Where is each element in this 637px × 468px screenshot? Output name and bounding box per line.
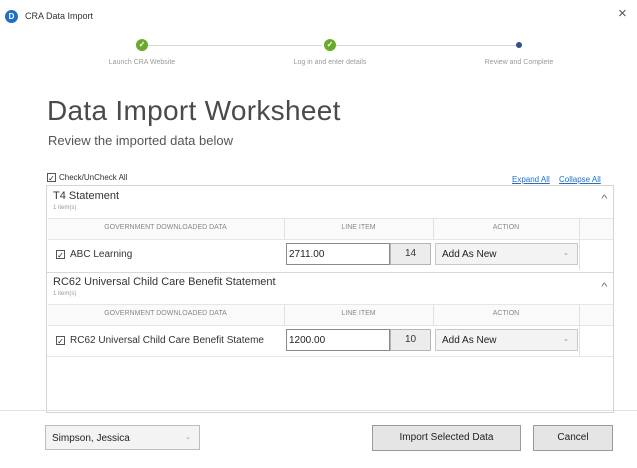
collapse-all-link[interactable]: Collapse All — [559, 175, 601, 184]
column-divider — [579, 239, 580, 270]
user-select-value: Simpson, Jessica — [52, 433, 130, 444]
chevron-down-icon: ⌄ — [185, 434, 191, 441]
column-header-action: ACTION — [492, 224, 520, 231]
step-label-login: Log in and enter details — [293, 59, 367, 66]
step-complete-check-icon: ✓ — [324, 39, 336, 51]
table-row: ✓ RC62 Universal Child Care Benefit Stat… — [48, 325, 613, 356]
step-complete-check-icon: ✓ — [136, 39, 148, 51]
section-title: RC62 Universal Child Care Benefit Statem… — [53, 276, 276, 288]
column-header-line-item: LINE ITEM — [341, 310, 376, 317]
column-header-data: GOVERNMENT DOWNLOADED DATA — [104, 310, 227, 317]
step-current-dot-icon — [516, 42, 522, 48]
amount-input[interactable]: 2711.00 — [286, 243, 390, 265]
import-list: T4 Statement 1 item(s) ^ GOVERNMENT DOWN… — [46, 185, 614, 413]
user-select[interactable]: Simpson, Jessica ⌄ — [45, 425, 200, 450]
column-header-row: GOVERNMENT DOWNLOADED DATA LINE ITEM ACT… — [48, 218, 613, 240]
row-checkbox[interactable]: ✓ — [56, 336, 65, 346]
check-all[interactable]: ✓ Check/UnCheck All — [47, 173, 128, 183]
action-select-value: Add As New — [442, 249, 497, 260]
chevron-down-icon: ⌄ — [563, 250, 569, 257]
close-icon[interactable]: × — [618, 5, 627, 22]
chevron-up-icon[interactable]: ^ — [602, 282, 608, 293]
column-header-data: GOVERNMENT DOWNLOADED DATA — [104, 224, 227, 231]
section-count: 1 item(s) — [53, 291, 77, 297]
check-all-label: Check/UnCheck All — [59, 173, 128, 182]
section-divider — [47, 272, 613, 273]
row-divider — [47, 356, 613, 357]
chevron-up-icon[interactable]: ^ — [602, 194, 608, 205]
line-item-number: 14 — [390, 243, 431, 265]
action-select[interactable]: Add As New ⌄ — [435, 243, 578, 265]
window-title: CRA Data Import — [25, 11, 94, 21]
check-all-checkbox[interactable]: ✓ — [47, 173, 56, 183]
progress-stepper: ✓ Launch CRA Website ✓ Log in and enter … — [0, 30, 637, 76]
column-divider — [579, 305, 580, 325]
app-icon: D — [5, 10, 18, 23]
footer-divider — [0, 410, 637, 411]
line-item-number: 10 — [390, 329, 431, 351]
title-bar: D CRA Data Import × — [0, 0, 637, 30]
column-header-line-item: LINE ITEM — [341, 224, 376, 231]
page-title: Data Import Worksheet — [47, 95, 341, 126]
column-divider — [579, 219, 580, 239]
row-name: RC62 Universal Child Care Benefit Statem… — [70, 335, 264, 346]
step-connector — [330, 45, 516, 46]
column-header-action: ACTION — [492, 310, 520, 317]
table-row: ✓ ABC Learning 2711.00 14 Add As New ⌄ — [48, 239, 613, 270]
step-connector — [142, 45, 322, 46]
step-label-launch: Launch CRA Website — [108, 59, 176, 66]
page-subtitle: Review the imported data below — [48, 133, 233, 148]
action-select[interactable]: Add As New ⌄ — [435, 329, 578, 351]
cancel-button[interactable]: Cancel — [533, 425, 613, 451]
section-title: T4 Statement — [53, 190, 120, 202]
section-count: 1 item(s) — [53, 205, 77, 211]
column-divider — [579, 325, 580, 356]
column-header-row: GOVERNMENT DOWNLOADED DATA LINE ITEM ACT… — [48, 304, 613, 326]
amount-input[interactable]: 1200.00 — [286, 329, 390, 351]
import-selected-data-button[interactable]: Import Selected Data — [372, 425, 521, 451]
chevron-down-icon: ⌄ — [563, 336, 569, 343]
expand-all-link[interactable]: Expand All — [512, 175, 550, 184]
step-label-review: Review and Complete — [484, 59, 554, 66]
row-name: ABC Learning — [70, 249, 133, 260]
row-checkbox[interactable]: ✓ — [56, 250, 65, 260]
action-select-value: Add As New — [442, 335, 497, 346]
